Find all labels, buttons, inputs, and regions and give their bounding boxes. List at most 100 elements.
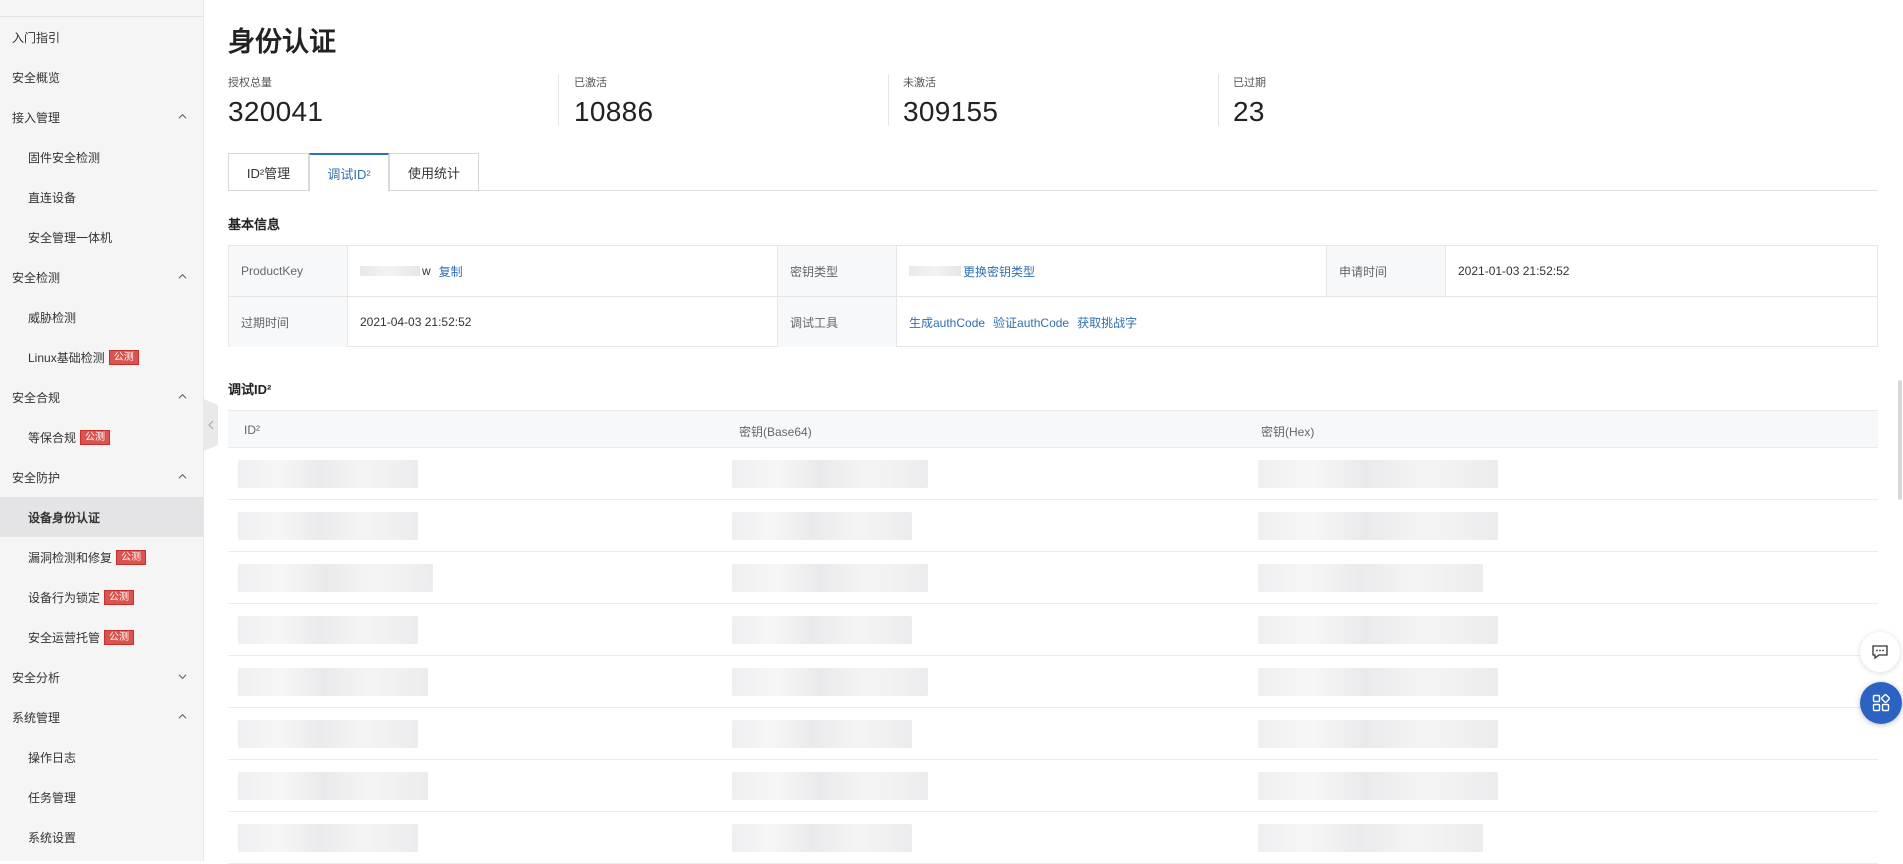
masked-value: [909, 266, 961, 276]
masked-id2-cell: [238, 824, 418, 852]
tab-debug-id2[interactable]: 调试ID²: [309, 153, 389, 192]
chevron-up-icon: [178, 393, 187, 399]
sidebar-item[interactable]: 任务管理: [0, 777, 203, 817]
sidebar-group-item[interactable]: 安全合规: [0, 377, 203, 417]
info-row: 过期时间 2021-04-03 21:52:52 调试工具 生成authCode…: [229, 296, 1877, 347]
sidebar-group-item[interactable]: 接入管理: [0, 97, 203, 137]
sidebar-item-label: 威胁检测: [28, 310, 77, 325]
sidebar-group-item[interactable]: 系统管理: [0, 697, 203, 737]
sidebar-item-label: Linux基础检测: [28, 350, 105, 365]
sidebar-item[interactable]: 安全运营托管 公测: [0, 617, 203, 657]
stat-value: 309155: [903, 96, 999, 127]
stat-label: 未激活: [903, 77, 936, 89]
chevron-up-icon: [178, 273, 187, 279]
table-row: [228, 604, 1878, 656]
table-row: [228, 656, 1878, 708]
sidebar-item-label: 任务管理: [28, 790, 77, 805]
product-key-value: w 复制: [348, 246, 778, 296]
apps-grid-icon: [1872, 694, 1890, 712]
sidebar-item-label: 安全概览: [12, 70, 61, 85]
sidebar-item[interactable]: 威胁检测: [0, 297, 203, 337]
beta-badge: 公测: [104, 589, 135, 605]
sidebar-group-item[interactable]: 入门指引: [0, 17, 203, 57]
sidebar-item[interactable]: 直连设备: [0, 177, 203, 217]
product-key-label: ProductKey: [229, 246, 348, 296]
chat-icon: [1872, 645, 1888, 660]
sidebar-item-label: 等保合规: [28, 430, 77, 445]
beta-badge: 公测: [80, 429, 111, 445]
chevron-up-icon: [178, 473, 187, 479]
sidebar-group-item[interactable]: 安全分析: [0, 657, 203, 697]
sidebar-group-item[interactable]: 安全检测: [0, 257, 203, 297]
sidebar-item-label: 安全管理一体机: [28, 230, 113, 245]
masked-key-base64-cell: [732, 564, 928, 592]
masked-key-hex-cell: [1258, 460, 1498, 488]
stat-label: 已激活: [574, 77, 607, 89]
sidebar-item-label: 入门指引: [12, 30, 61, 45]
info-row: ProductKey w 复制 密钥类型 更换密钥类型 申请时间 2021-01…: [229, 246, 1877, 296]
sidebar-menu: 入门指引安全概览接入管理 固件安全检测 直连设备安全管理一体机安全检测威胁检测 Lin…: [0, 17, 203, 857]
sidebar-item[interactable]: 安全管理一体机: [0, 217, 203, 257]
table-row: [228, 708, 1878, 760]
sidebar-item-label: 设备身份认证: [28, 510, 101, 525]
debug-tools-links: 生成authCode 验证authCode 获取挑战字: [897, 297, 1877, 347]
sidebar-collapse-handle[interactable]: [204, 399, 218, 451]
sidebar-item[interactable]: Linux基础检测 公测: [0, 337, 203, 377]
sidebar-item-label: 安全合规: [12, 390, 61, 405]
masked-id2-cell: [238, 616, 418, 644]
stat-divider: [888, 74, 889, 126]
masked-id2-cell: [238, 720, 418, 748]
chevron-down-icon: [178, 674, 187, 680]
sidebar-group-item[interactable]: 安全概览: [0, 57, 203, 97]
sidebar-item[interactable]: 设备身份认证: [0, 497, 203, 537]
sidebar-item[interactable]: 漏洞检测和修复 公测: [0, 537, 203, 577]
col-header-key-hex: 密钥(Hex): [1261, 425, 1315, 439]
stat-inactive: 未激活 309155: [903, 74, 998, 130]
change-key-type-link[interactable]: 更换密钥类型: [963, 263, 1035, 280]
sidebar-item-label: 操作日志: [28, 750, 77, 765]
page-scrollbar[interactable]: [1898, 380, 1902, 500]
beta-badge: 公测: [108, 349, 139, 365]
sidebar-item-label: 系统设置: [28, 830, 77, 845]
key-type-label: 密钥类型: [778, 246, 897, 296]
sidebar-item-label: 系统管理: [12, 710, 61, 725]
tab-id2-management[interactable]: ID²管理: [228, 153, 309, 191]
col-header-id2: ID²: [244, 423, 260, 437]
stat-value: 10886: [574, 96, 654, 127]
table-header: ID² 密钥(Base64) 密钥(Hex): [228, 410, 1878, 448]
masked-key-hex-cell: [1258, 616, 1498, 644]
feedback-button[interactable]: [1860, 632, 1900, 672]
copy-link[interactable]: 复制: [439, 263, 463, 280]
masked-id2-cell: [238, 460, 418, 488]
beta-badge: 公测: [104, 629, 135, 645]
stats-bar: 授权总量 320041 已激活 10886 未激活 309155 已过期 23: [228, 74, 1558, 130]
section-title-debug-id2: 调试ID²: [228, 382, 272, 397]
sidebar-item[interactable]: 等保合规 公测: [0, 417, 203, 457]
sidebar-item-label: 安全检测: [12, 270, 61, 285]
get-challenge-link[interactable]: 获取挑战字: [1077, 314, 1137, 331]
product-key-suffix: w: [422, 264, 431, 278]
stat-total: 授权总量 320041: [228, 74, 323, 130]
sidebar-item-label: 安全防护: [12, 470, 61, 485]
masked-id2-cell: [238, 564, 433, 592]
sidebar-item[interactable]: 设备行为锁定 公测: [0, 577, 203, 617]
masked-key-base64-cell: [732, 616, 912, 644]
stat-activated: 已激活 10886: [574, 74, 653, 130]
stat-label: 授权总量: [228, 77, 272, 89]
masked-key-hex-cell: [1258, 512, 1498, 540]
key-type-value: 更换密钥类型: [897, 246, 1327, 296]
sidebar-item[interactable]: 固件安全检测: [0, 137, 203, 177]
masked-key-hex-cell: [1258, 772, 1498, 800]
masked-key-hex-cell: [1258, 668, 1498, 696]
chevron-up-icon: [178, 713, 187, 719]
tab-usage-stats[interactable]: 使用统计: [389, 153, 479, 191]
table-row: [228, 448, 1878, 500]
sidebar-group-item[interactable]: 安全防护: [0, 457, 203, 497]
sidebar-item[interactable]: 操作日志: [0, 737, 203, 777]
apply-time-label: 申请时间: [1327, 246, 1446, 296]
verify-authcode-link[interactable]: 验证authCode: [993, 314, 1069, 331]
generate-authcode-link[interactable]: 生成authCode: [909, 314, 985, 331]
sidebar-item[interactable]: 系统设置: [0, 817, 203, 857]
table-row: [228, 760, 1878, 812]
apps-button[interactable]: [1860, 682, 1902, 724]
